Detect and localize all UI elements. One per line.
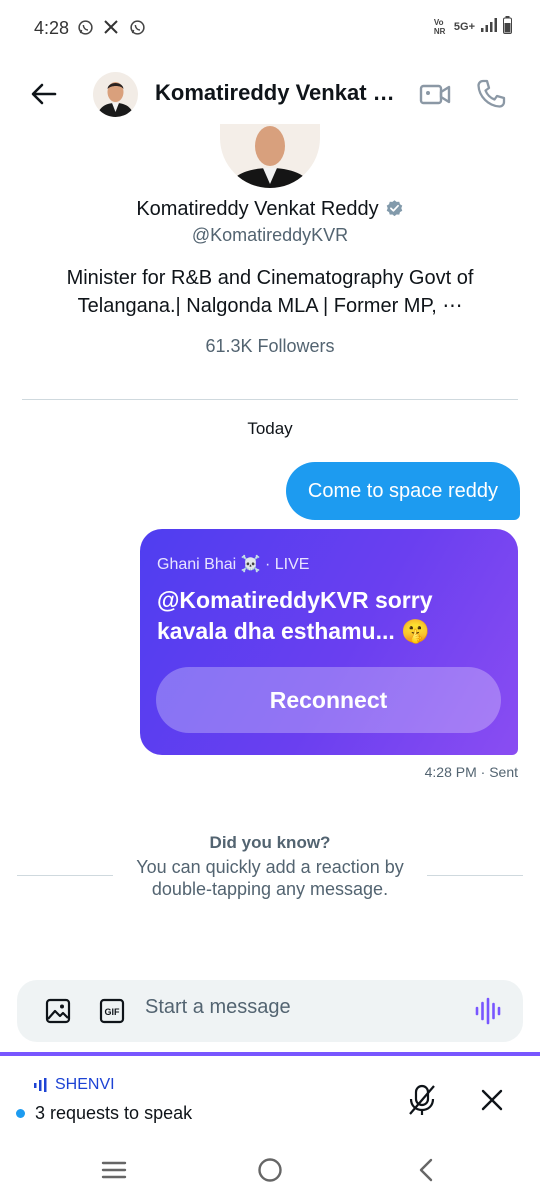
home-button[interactable] — [256, 1156, 284, 1184]
space-host: Ghani Bhai ☠️ · LIVE — [157, 556, 310, 573]
system-icons: Vo NR 5G+ — [434, 16, 512, 37]
space-card[interactable]: Ghani Bhai ☠️ · LIVE @KomatireddyKVR sor… — [140, 529, 518, 755]
battery-icon — [503, 16, 512, 37]
back-arrow-icon — [31, 83, 57, 105]
close-space-button[interactable] — [476, 1084, 508, 1116]
tip-body: You can quickly add a reaction by double… — [136, 857, 404, 899]
status-bar: 4:28 Vo NR 5G+ — [0, 0, 540, 58]
request-dot — [16, 1109, 25, 1118]
gif-icon: GIF — [99, 998, 125, 1024]
profile-avatar[interactable] — [220, 124, 320, 188]
close-icon — [481, 1089, 503, 1111]
live-bars-icon — [34, 1078, 47, 1092]
voice-call-button[interactable] — [474, 77, 508, 111]
add-media-button[interactable] — [45, 998, 71, 1024]
system-nav-bar — [0, 1140, 540, 1199]
divider — [22, 399, 518, 400]
whatsapp-icon — [128, 18, 146, 36]
whatsapp-icon — [76, 18, 94, 36]
profile-name: Komatireddy Venkat Reddy — [136, 198, 379, 220]
speak-requests: 3 requests to speak — [16, 1103, 192, 1124]
notification-icons — [76, 18, 146, 36]
space-name-row: SHENVI — [34, 1076, 115, 1094]
conversation-header: Komatireddy Venkat … — [0, 62, 540, 128]
outgoing-message[interactable]: Come to space reddy — [285, 462, 520, 520]
video-call-button[interactable] — [418, 77, 452, 111]
tip-title: Did you know? — [209, 833, 331, 852]
mute-mic-button[interactable] — [404, 1082, 440, 1118]
voice-wave-icon — [475, 997, 501, 1025]
volte-label: Vo NR — [433, 17, 446, 36]
home-circle-icon — [258, 1158, 282, 1182]
divider — [427, 875, 523, 876]
profile-bio: Minister for R&B and Cinematography Govt… — [66, 267, 474, 317]
add-gif-button[interactable]: GIF — [99, 998, 125, 1024]
video-camera-icon — [419, 84, 451, 105]
message-input[interactable]: Start a message — [145, 996, 291, 1019]
profile-handle: @KomatireddyKVR — [191, 225, 349, 245]
reconnect-button[interactable]: Reconnect — [156, 667, 501, 733]
profile-name-row: Komatireddy Venkat Reddy — [0, 198, 540, 224]
image-icon — [45, 998, 71, 1024]
recent-apps-button[interactable] — [100, 1158, 128, 1182]
divider — [17, 875, 113, 876]
phone-icon — [477, 79, 506, 108]
space-dock[interactable]: SHENVI 3 requests to speak — [0, 1052, 540, 1132]
signal-icon — [481, 18, 497, 35]
followers-count[interactable]: 61.3K Followers — [0, 336, 540, 357]
mic-off-icon — [409, 1084, 435, 1115]
menu-lines-icon — [101, 1161, 127, 1179]
avatar[interactable] — [93, 72, 138, 117]
voice-message-button[interactable] — [473, 996, 503, 1026]
x-icon — [102, 18, 120, 36]
message-composer: GIF Start a message — [17, 980, 523, 1042]
network-label: 5G+ — [453, 20, 475, 33]
svg-text:GIF: GIF — [105, 1007, 121, 1017]
message-status: 4:28 PM · Sent — [424, 764, 518, 780]
system-back-button[interactable] — [414, 1156, 438, 1184]
day-separator: Today — [247, 419, 293, 438]
space-name: SHENVI — [55, 1076, 115, 1093]
chevron-left-icon — [419, 1158, 433, 1182]
status-time: 4:28 — [34, 18, 70, 38]
back-button[interactable] — [26, 76, 62, 112]
speak-requests-label: 3 requests to speak — [35, 1103, 193, 1123]
conversation-title[interactable]: Komatireddy Venkat … — [155, 80, 395, 106]
space-title: @KomatireddyKVR sorry kavala dha esthamu… — [157, 587, 433, 644]
verified-badge-icon — [385, 199, 404, 224]
